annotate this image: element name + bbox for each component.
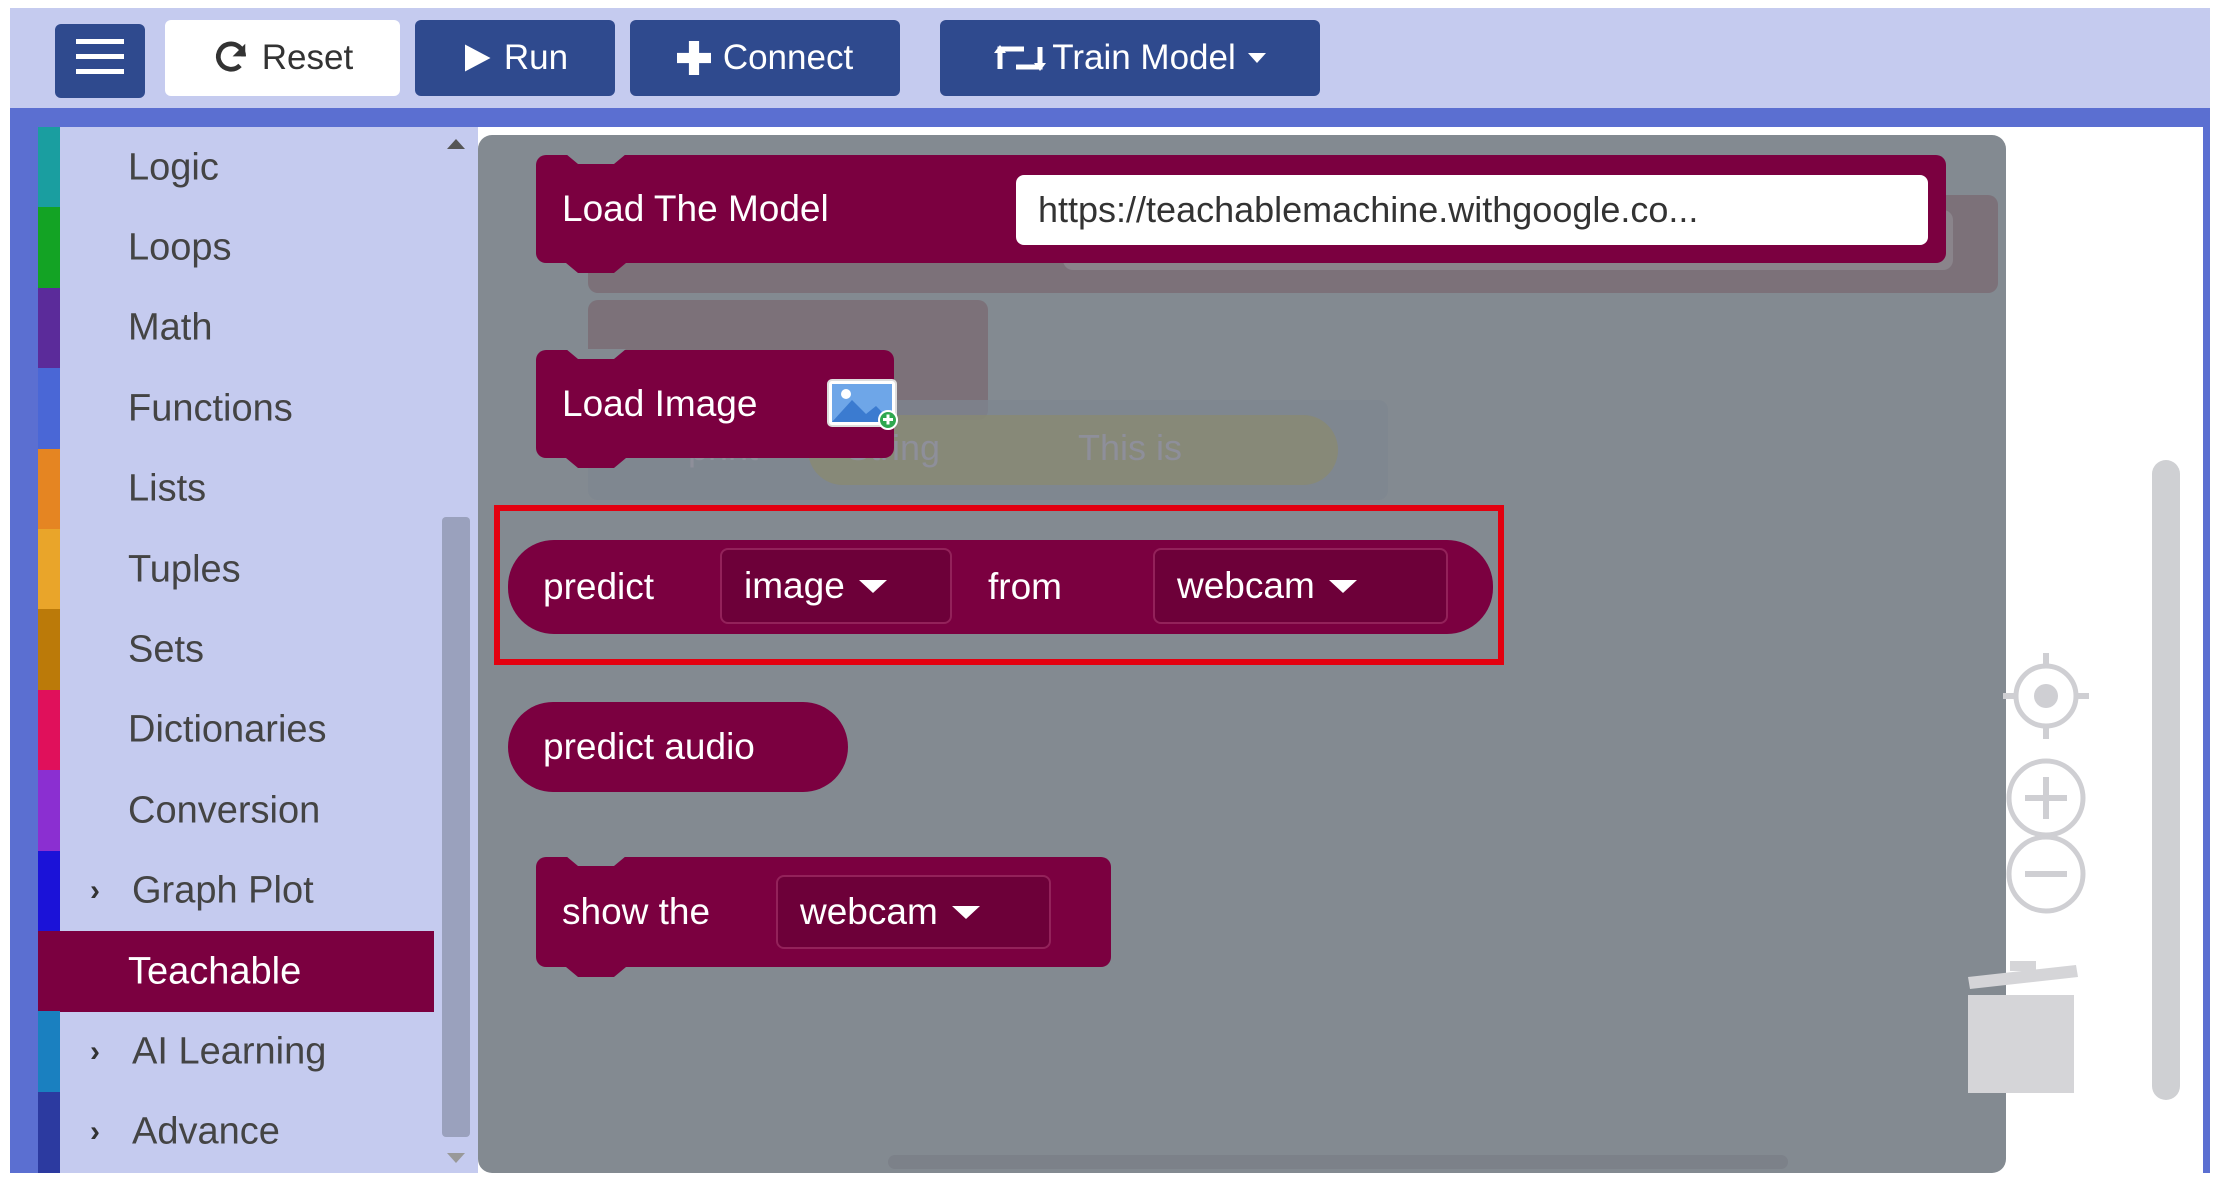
load-image-block[interactable]: Load Image — [536, 350, 898, 458]
connect-button[interactable]: Connect — [630, 20, 900, 96]
scroll-down-icon[interactable] — [447, 1153, 465, 1163]
refresh-icon — [212, 39, 250, 77]
category-color-stripe — [38, 689, 60, 772]
category-color-stripe — [38, 931, 60, 1013]
sidebar-item-dictionaries[interactable]: Dictionaries — [38, 689, 434, 772]
sidebar-item-conversion[interactable]: Conversion — [38, 770, 434, 852]
sidebar-item-teachable[interactable]: Teachable — [38, 931, 434, 1013]
reset-label: Reset — [261, 38, 354, 77]
sidebar-scroll-thumb[interactable] — [442, 517, 470, 1137]
chevron-down-icon — [951, 905, 980, 919]
sidebar-item-loops[interactable]: Loops — [38, 207, 434, 289]
show-source-value: webcam — [800, 891, 938, 932]
category-color-stripe — [38, 207, 60, 289]
sidebar-item-label: Sets — [128, 628, 205, 671]
sidebar-item-ai-learning[interactable]: › AI Learning — [38, 1011, 434, 1093]
sidebar-item-label: Functions — [128, 387, 293, 430]
category-color-stripe — [38, 609, 60, 691]
run-label: Run — [503, 38, 569, 77]
app-frame: Reset Run Connect Train Model Logic Loops… — [0, 0, 2221, 1178]
load-image-label: Load Image — [562, 383, 758, 424]
sidebar-item-label: Conversion — [128, 789, 321, 832]
category-color-stripe — [38, 287, 60, 370]
train-model-label: Train Model — [1052, 38, 1236, 77]
play-icon — [462, 43, 492, 73]
sidebar-item-tuples[interactable]: Tuples — [38, 529, 434, 611]
hamburger-menu-icon — [76, 37, 124, 86]
sidebar-item-label: Lists — [128, 467, 207, 510]
sidebar-item-lists[interactable]: Lists — [38, 448, 434, 530]
trash-icon[interactable] — [1958, 955, 2088, 1100]
category-color-stripe — [38, 127, 60, 209]
plus-icon — [676, 41, 711, 75]
model-url-field[interactable]: https://teachablemachine.withgoogle.co..… — [1016, 175, 1928, 245]
sidebar-item-graph-plot[interactable]: › Graph Plot — [38, 850, 434, 932]
sidebar-item-label: AI Learning — [132, 1030, 327, 1073]
toolbar: Reset Run Connect Train Model — [10, 8, 2210, 108]
recenter-target-icon[interactable] — [2003, 653, 2089, 744]
sidebar-item-label: Math — [128, 306, 213, 349]
connect-label: Connect — [722, 38, 854, 77]
sidebar-item-label: Teachable — [128, 950, 302, 993]
category-sidebar: Logic Loops Math Functions Lists Tuples Sets Di… — [38, 127, 434, 1173]
category-color-stripe — [38, 529, 60, 611]
sidebar-item-advance[interactable]: › Advance — [38, 1091, 434, 1173]
sidebar-item-label: Tuples — [128, 548, 241, 591]
show-webcam-block[interactable]: show the webcam — [536, 857, 1111, 967]
scroll-up-icon[interactable] — [447, 139, 465, 149]
sidebar-scrollbar[interactable] — [434, 127, 478, 1173]
sidebar-item-label: Graph Plot — [132, 869, 314, 912]
load-model-block[interactable]: Load The Model https://teachablemachine.… — [536, 155, 1946, 263]
ghost-string-value: This is — [1078, 427, 1183, 468]
menu-button[interactable] — [55, 24, 145, 98]
retweet-icon — [994, 41, 1047, 75]
category-color-stripe — [38, 1091, 60, 1173]
show-source-dropdown[interactable]: webcam — [776, 875, 1051, 949]
run-button[interactable]: Run — [415, 20, 615, 96]
category-color-stripe — [38, 368, 60, 450]
show-label: show the — [562, 891, 711, 932]
zoom-out-icon[interactable] — [2005, 833, 2087, 920]
category-color-stripe — [38, 1011, 60, 1093]
chevron-down-icon — [1247, 53, 1266, 63]
highlight-box — [494, 505, 1504, 665]
category-color-stripe — [38, 770, 60, 852]
sidebar-item-math[interactable]: Math — [38, 287, 434, 370]
chevron-right-icon[interactable]: › — [90, 1115, 100, 1149]
image-add-icon[interactable] — [826, 378, 900, 439]
train-model-button[interactable]: Train Model — [940, 20, 1320, 96]
zoom-in-icon[interactable] — [2005, 757, 2087, 844]
sidebar-item-label: Dictionaries — [128, 708, 327, 751]
flyout-hscrollbar[interactable] — [888, 1155, 1788, 1169]
sidebar-item-label: Loops — [128, 226, 232, 269]
predict-audio-label: predict audio — [543, 726, 755, 767]
category-color-stripe — [38, 448, 60, 530]
predict-audio-block[interactable]: predict audio — [508, 702, 848, 792]
chevron-right-icon[interactable]: › — [90, 874, 100, 908]
sidebar-item-label: Advance — [132, 1110, 280, 1153]
category-color-stripe — [38, 850, 60, 932]
workspace-vscrollbar[interactable] — [2152, 460, 2180, 1100]
sidebar-item-sets[interactable]: Sets — [38, 609, 434, 691]
reset-button[interactable]: Reset — [165, 20, 400, 96]
chevron-right-icon[interactable]: › — [90, 1035, 100, 1069]
sidebar-item-logic[interactable]: Logic — [38, 127, 434, 209]
sidebar-item-label: Logic — [128, 146, 219, 189]
load-model-label: Load The Model — [562, 188, 829, 229]
sidebar-item-functions[interactable]: Functions — [38, 368, 434, 450]
